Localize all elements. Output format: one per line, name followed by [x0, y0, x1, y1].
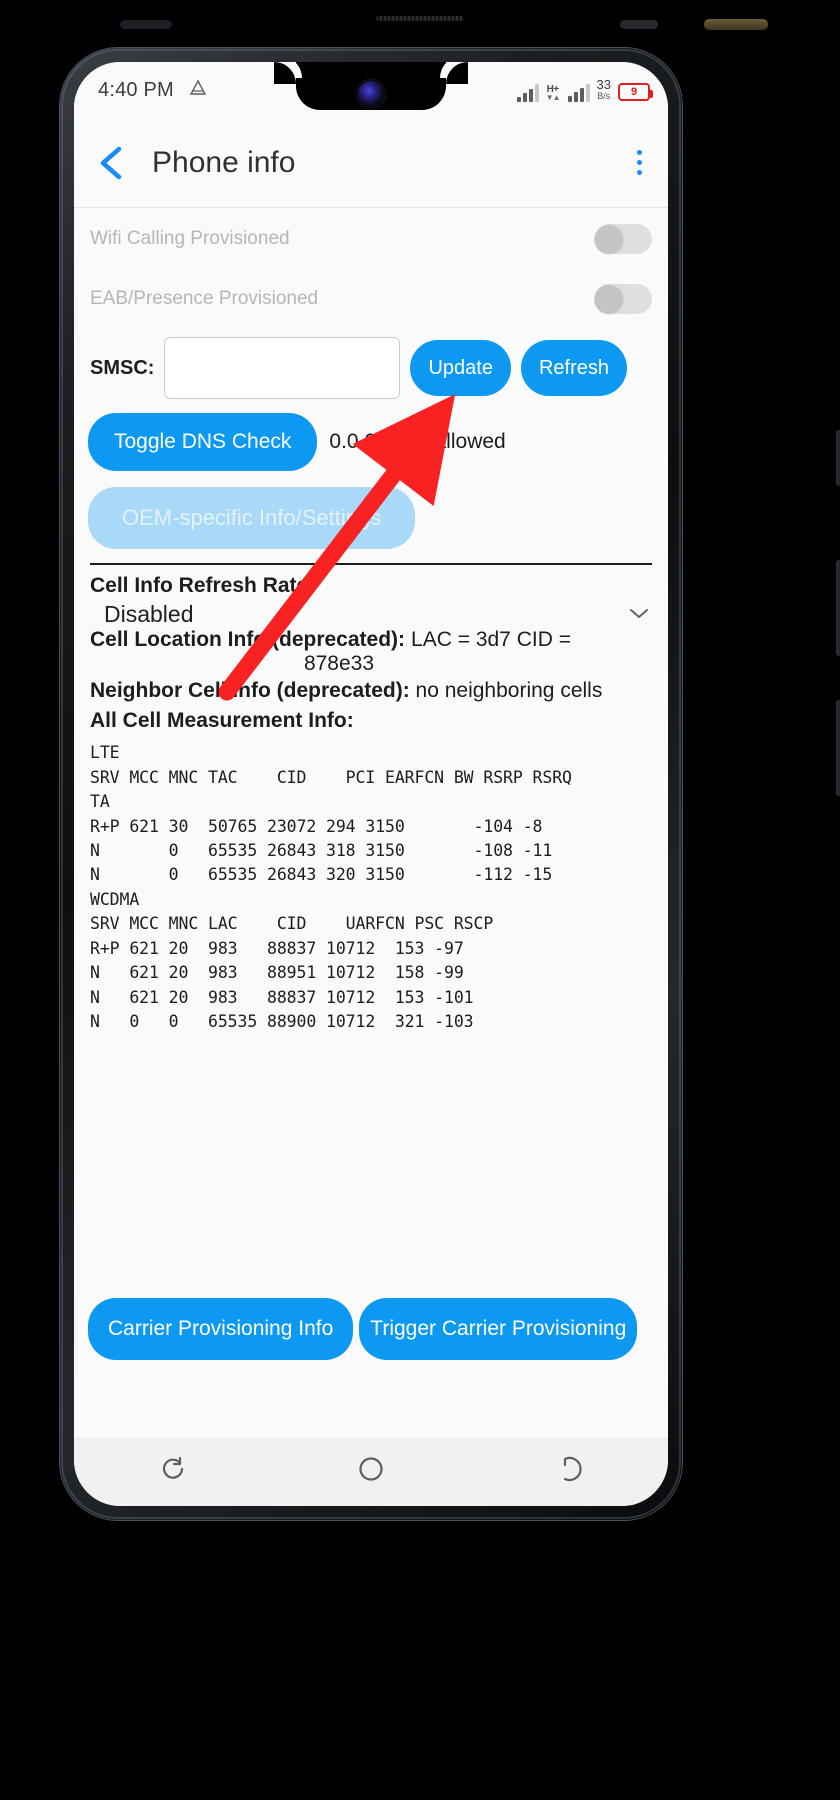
all-cell-measurement-info-label: All Cell Measurement Info: [90, 708, 354, 732]
cell-info-refresh-rate-value: Disabled [104, 600, 194, 627]
wifi-calling-provisioned-toggle[interactable] [594, 224, 652, 254]
dns-row: Toggle DNS Check 0.0.0.0 not allowed [88, 413, 654, 471]
phone-top-vent-right [704, 19, 768, 30]
cell-info-refresh-rate-select[interactable]: Disabled [88, 601, 654, 628]
update-button[interactable]: Update [410, 340, 511, 396]
cell-location-info-value: LAC = 3d7 CID = [411, 627, 571, 651]
neighbor-cell-info-row: Neighbor Cell Info (deprecated): no neig… [88, 676, 654, 706]
phone-top-vent-mid [620, 20, 658, 29]
status-bar-left: 4:40 PM [74, 78, 208, 103]
recents-icon[interactable] [158, 1454, 188, 1491]
chevron-down-icon[interactable] [628, 603, 650, 626]
status-bar-right: H+ ▼▲ 33 B/s 9 [516, 78, 668, 103]
phone-info-content: Wifi Calling Provisioned EAB/Presence Pr… [74, 209, 668, 1438]
toggle-dns-check-button[interactable]: Toggle DNS Check [88, 413, 318, 471]
oem-specific-info-settings-button[interactable]: OEM-specific Info/Settings [88, 487, 416, 549]
page-title: Phone info [152, 145, 296, 179]
eab-presence-provisioned-toggle[interactable] [594, 284, 652, 314]
smsc-row: SMSC: Update Refresh [88, 337, 654, 399]
screenshot-stage: 4:40 PM H+ ▼▲ 33 B/s 9 Phone info Wifi C… [0, 0, 840, 1800]
signal-bars-icon-2 [567, 84, 590, 103]
eab-presence-provisioned-label: EAB/Presence Provisioned [90, 288, 319, 309]
net-speed-indicator: 33 B/s [597, 78, 611, 101]
phone-side-button-power[interactable] [836, 430, 840, 486]
section-divider [90, 563, 652, 565]
back-chevron-icon[interactable] [84, 143, 140, 183]
carrier-provisioning-info-button[interactable]: Carrier Provisioning Info [88, 1298, 354, 1360]
home-circle-icon[interactable] [356, 1454, 386, 1491]
status-bar-clock: 4:40 PM [98, 78, 174, 101]
neighbor-cell-info-value: no neighboring cells [415, 678, 603, 702]
all-cell-measurement-info-table: LTE SRV MCC MNC TAC CID PCI EARFCN BW RS… [90, 743, 572, 1031]
net-speed-unit: B/s [597, 90, 611, 101]
net-speed-value: 33 [596, 76, 611, 92]
back-arrow-icon[interactable] [554, 1454, 584, 1491]
app-bar: Phone info [74, 118, 668, 208]
android-nav-bar [74, 1438, 668, 1506]
phone-top-vent-left [120, 20, 172, 29]
smsc-label: SMSC: [90, 356, 155, 379]
phone-side-button-volume-up[interactable] [836, 560, 840, 656]
wifi-calling-provisioned-label: Wifi Calling Provisioned [90, 228, 290, 249]
kebab-menu-icon[interactable] [637, 150, 642, 175]
battery-level-label: 9 [630, 85, 638, 98]
smsc-input[interactable] [164, 337, 401, 399]
network-type-indicator: H+ ▼▲ [545, 85, 561, 103]
bottom-actions: Carrier Provisioning Info Trigger Carrie… [88, 1298, 654, 1360]
phone-screen: 4:40 PM H+ ▼▲ 33 B/s 9 Phone info Wifi C… [74, 62, 668, 1506]
refresh-button[interactable]: Refresh [520, 340, 627, 396]
eab-presence-provisioned-row[interactable]: EAB/Presence Provisioned [88, 269, 654, 329]
data-activity-arrows-icon: ▼▲ [545, 93, 561, 103]
wifi-calling-provisioned-row[interactable]: Wifi Calling Provisioned [88, 209, 654, 269]
front-camera-icon [358, 81, 384, 107]
cell-location-info-label: Cell Location Info (deprecated): [90, 627, 406, 651]
cell-location-info-row: Cell Location Info (deprecated): LAC = 3… [88, 628, 654, 652]
earpiece-speaker [376, 16, 464, 21]
triangle-nav-icon [188, 78, 208, 103]
trigger-carrier-provisioning-button[interactable]: Trigger Carrier Provisioning [359, 1298, 638, 1360]
signal-bars-icon [516, 84, 539, 103]
cell-location-info-value-line2: 878e33 [303, 651, 375, 675]
phone-side-button-volume-down[interactable] [836, 700, 840, 796]
neighbor-cell-info-label: Neighbor Cell Info (deprecated): [90, 678, 410, 702]
battery-icon: 9 [618, 83, 653, 102]
dns-status-text: 0.0.0.0 not allowed [329, 430, 506, 453]
oem-row: OEM-specific Info/Settings [88, 487, 654, 549]
cell-info-refresh-rate-label: Cell Info Refresh Rate: [90, 574, 316, 597]
